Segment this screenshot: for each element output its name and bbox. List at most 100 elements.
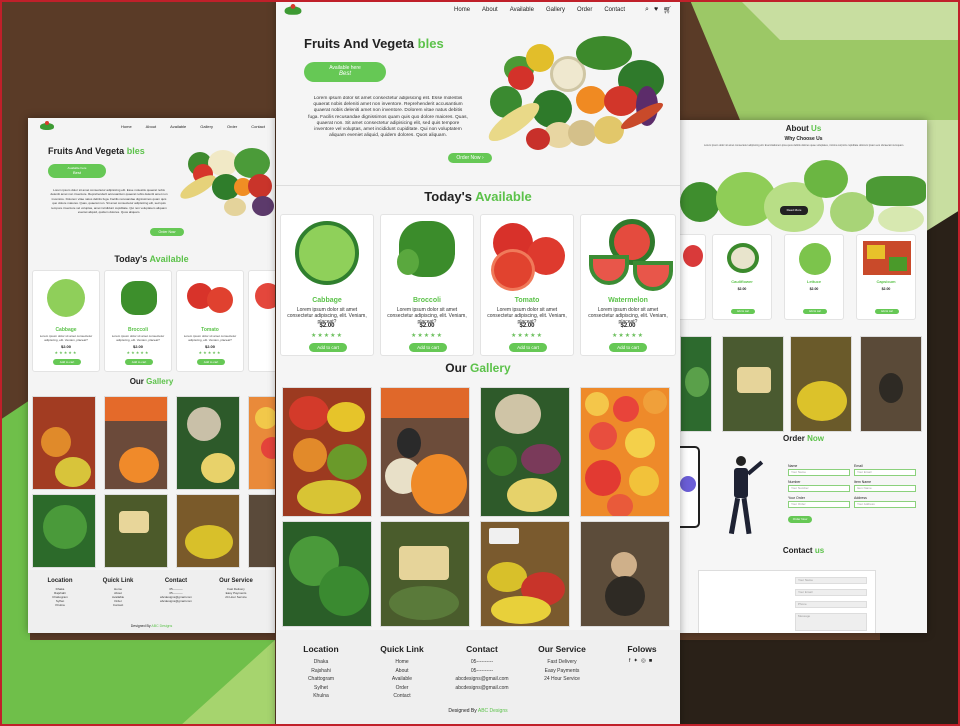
nav-home[interactable]: Home xyxy=(121,124,132,129)
footer-link-available[interactable]: Available xyxy=(392,676,412,682)
gallery-photo[interactable] xyxy=(176,396,240,490)
add-to-cart-button[interactable]: Add to cart xyxy=(731,309,755,314)
nav-about[interactable]: About xyxy=(482,7,498,13)
about-vegetables-image xyxy=(680,156,927,232)
rating-stars: ★★★★★ xyxy=(411,333,443,339)
gallery-photo[interactable] xyxy=(380,387,470,517)
left-page-mock: Home About Available Gallery Order Conta… xyxy=(28,118,275,633)
gallery-photo[interactable] xyxy=(104,494,168,568)
person-illustration xyxy=(724,456,764,540)
cart-icon[interactable]: 🛒︎ xyxy=(663,6,672,14)
nav-contact[interactable]: Contact xyxy=(604,7,625,13)
footer-contact-title: Contact xyxy=(466,644,498,654)
order-now-button[interactable]: Order Now xyxy=(150,228,184,236)
instagram-icon[interactable]: ◎ xyxy=(641,658,649,664)
order-submit-button[interactable]: Order Now xyxy=(788,516,812,523)
about-title: About Us xyxy=(785,124,822,133)
order-title: Order Now xyxy=(783,434,824,443)
gallery-photo[interactable] xyxy=(282,521,372,627)
gallery-photo[interactable] xyxy=(380,521,470,627)
add-to-cart-button[interactable]: Add to cart xyxy=(803,309,827,314)
footer-quick-link-title: Quick Link xyxy=(380,644,424,654)
nav-available[interactable]: Available xyxy=(170,124,186,129)
product-card-cabbage: Cabbage Lorem ipsum dolor sit amet conse… xyxy=(280,214,374,356)
nav-order[interactable]: Order xyxy=(227,124,237,129)
gallery-photo[interactable] xyxy=(104,396,168,490)
footer-link-about[interactable]: About xyxy=(395,668,408,674)
gallery-photo[interactable] xyxy=(680,336,712,432)
add-to-cart-button[interactable]: Add to cart xyxy=(875,309,899,314)
gallery-photo[interactable] xyxy=(32,494,96,568)
twitter-icon[interactable]: ✦ xyxy=(633,658,641,664)
about-text: Lorem ipsum dolor sit amet consectetur a… xyxy=(703,144,905,147)
search-icon[interactable]: ⌕ xyxy=(645,6,649,14)
order-now-button[interactable]: Order Now › xyxy=(448,153,492,163)
product-card-cauliflower: Cauliflower $2.00 Add to cart xyxy=(712,234,772,320)
gallery-photo[interactable] xyxy=(32,396,96,490)
product-card-lettuce: Lettuce $2.00 Add to cart xyxy=(784,234,844,320)
item-name-field[interactable]: Item Name xyxy=(854,485,916,492)
hero-title: Fruits And Vegeta bles xyxy=(304,36,444,51)
your-order-field[interactable]: Your Order xyxy=(788,501,850,508)
available-title: Today's Available xyxy=(424,189,532,204)
linkedin-icon[interactable]: ■ xyxy=(649,658,655,664)
contact-name-field[interactable]: Your Name xyxy=(795,577,867,584)
add-to-cart-button[interactable]: Add to cart xyxy=(409,343,447,352)
product-card-tomato: Tomato Lorem ipsum dolor sit amet consec… xyxy=(480,214,574,356)
nav-gallery[interactable]: Gallery xyxy=(546,7,565,13)
gallery-photo[interactable] xyxy=(282,387,372,517)
add-to-cart-button[interactable]: Add to cart xyxy=(309,343,347,352)
name-field[interactable]: Your Name xyxy=(788,469,850,476)
email-field[interactable]: Your Email xyxy=(854,469,916,476)
nav-available[interactable]: Available xyxy=(510,7,534,13)
gallery-photo[interactable] xyxy=(248,494,275,568)
add-to-cart-button[interactable]: Add to cart xyxy=(609,343,647,352)
gallery-photo[interactable] xyxy=(580,521,670,627)
gallery-photo[interactable] xyxy=(480,521,570,627)
add-to-cart-button[interactable]: Add to cart xyxy=(53,359,81,365)
add-to-cart-button[interactable]: Add to cart xyxy=(197,359,225,365)
contact-phone-field[interactable]: Phone xyxy=(795,601,867,608)
rating-stars: ★★★★★ xyxy=(311,333,343,339)
gallery-photo[interactable] xyxy=(860,336,922,432)
add-to-cart-button[interactable]: Add to cart xyxy=(125,359,153,365)
gallery-photo[interactable] xyxy=(790,336,852,432)
gallery-photo[interactable] xyxy=(248,396,275,490)
right-page-mock: About Us Why Choose Us Lorem ipsum dolor… xyxy=(680,120,927,633)
footer-location-title: Location xyxy=(303,644,339,654)
footer-link-contact[interactable]: Contact xyxy=(393,693,410,699)
contact-title: Contact us xyxy=(782,546,825,555)
logo-icon[interactable] xyxy=(38,121,56,131)
gallery-photo[interactable] xyxy=(480,387,570,517)
gallery-photo[interactable] xyxy=(722,336,784,432)
contact-email-field[interactable]: Your Email xyxy=(795,589,867,596)
footer-link-order[interactable]: Order xyxy=(396,685,409,691)
product-card-capsicum: Capsicum $2.00 Add to cart xyxy=(856,234,916,320)
product-card-strawberry xyxy=(680,234,706,320)
gallery-title: Our Gallery xyxy=(445,361,511,375)
product-card-broccoli: Broccoli Lorem ipsum dolor sit amet cons… xyxy=(104,270,172,372)
hero-badge: Available here Best xyxy=(48,164,106,178)
hero-badge: Available here Best xyxy=(304,62,386,82)
add-to-cart-button[interactable]: Add to cart xyxy=(509,343,547,352)
footer-link-home[interactable]: Home xyxy=(395,659,408,665)
read-more-button[interactable]: Read More xyxy=(780,206,808,215)
nav-gallery[interactable]: Gallery xyxy=(200,124,213,129)
footer-follows-title: Folows xyxy=(627,644,657,654)
hero-title: Fruits And Vegeta bles xyxy=(48,146,145,156)
logo-icon[interactable] xyxy=(282,4,304,16)
nav-about[interactable]: About xyxy=(146,124,156,129)
gallery-photo[interactable] xyxy=(580,387,670,517)
heart-icon[interactable]: ♥ xyxy=(654,6,658,14)
rating-stars: ★★★★★ xyxy=(54,350,78,355)
address-field[interactable]: Your Address xyxy=(854,501,916,508)
nav-order[interactable]: Order xyxy=(577,7,592,13)
nav-home[interactable]: Home xyxy=(454,7,470,13)
designed-by: Designed By ABC Designs xyxy=(130,624,173,628)
gallery-photo[interactable] xyxy=(176,494,240,568)
hero-text: Lorem ipsum dolor sit amet consectetur a… xyxy=(308,96,468,139)
product-card-watermelon xyxy=(248,270,275,372)
contact-message-field[interactable]: Message xyxy=(795,613,867,631)
nav-contact[interactable]: Contact xyxy=(251,124,265,129)
number-field[interactable]: Your Number xyxy=(788,485,850,492)
